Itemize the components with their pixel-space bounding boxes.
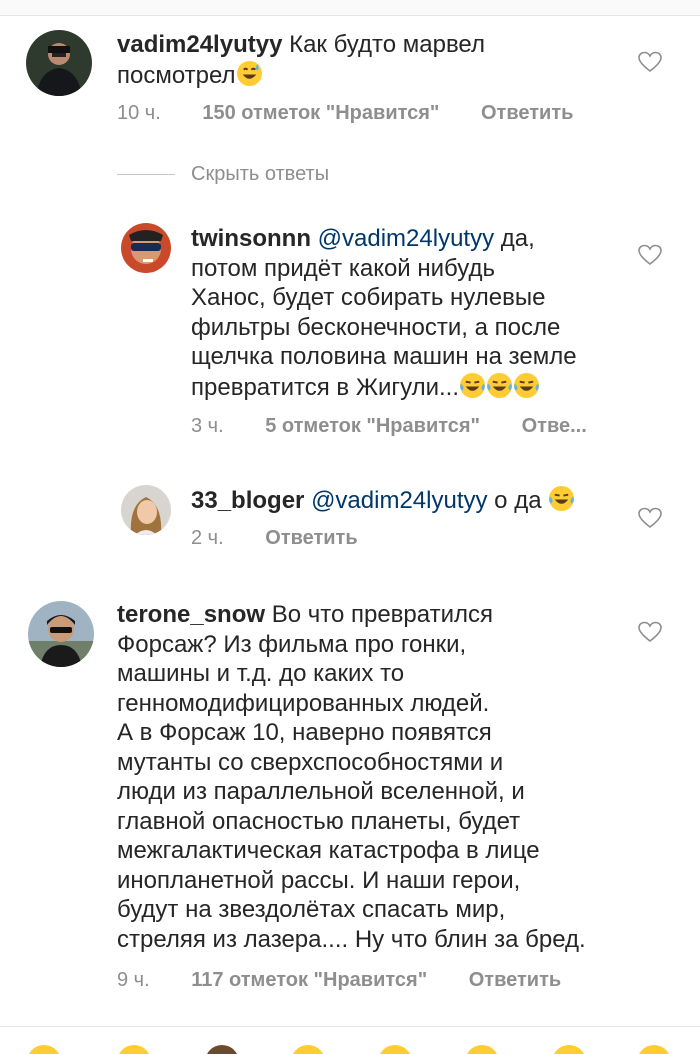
tears-of-joy-emoji-icon [459,372,486,399]
comment-body-line: машины и т.д. до каких то [117,660,405,687]
reply-button[interactable]: Ответить [265,526,357,550]
avatar[interactable] [121,485,171,535]
comment-text: 33_bloger @vadim24lyutyy о да [191,485,621,516]
comment-body-line: межгалактическая катастрофа в лице [117,837,540,864]
comment-body-line: люди из параллельной вселенной, и [117,778,525,805]
comment-body-line: будут на звездолётах спасать мир, [117,896,506,923]
tears-of-joy-emoji-icon [513,372,540,399]
emoji-option-icon[interactable] [378,1045,412,1054]
heart-icon[interactable] [638,621,662,643]
comment-body: о да [494,487,542,514]
likes-count[interactable]: 5 отметок "Нравится" [265,414,480,438]
comment-body-line: мутанты со сверхспособностями и [117,748,504,776]
avatar[interactable] [26,30,92,96]
comment-body-line: инопланетной рассы. И наши герои, [117,866,521,894]
reply-button[interactable]: Ответить [481,101,573,125]
reply-button[interactable]: Отве... [522,414,587,438]
likes-count[interactable]: 117 отметок "Нравится" [191,968,427,992]
avatar[interactable] [121,223,171,273]
comment-meta: 9 ч. 117 отметок "Нравится" Ответить [117,968,561,992]
likes-count[interactable]: 150 отметок "Нравится" [202,101,439,125]
comment-body: Во что превратился [271,601,493,628]
comment-username[interactable]: 33_bloger [191,487,304,514]
mention-link[interactable]: @vadim24lyutyy [318,225,494,252]
tears-of-joy-emoji-icon [486,372,513,399]
comment-body-line: посмотрел [117,61,236,89]
comment-body-line: превратится в Жигули... [191,373,460,401]
comment-meta: 3 ч. 5 отметок "Нравится" Отве... [191,414,587,438]
reply-button[interactable]: Ответить [469,968,561,992]
top-divider [0,0,700,16]
comment-body: Как будто марвел [289,31,485,58]
emoji-option-icon[interactable] [117,1045,151,1054]
emoji-reaction-bar [0,1026,700,1054]
comment-body-line: стреляя из лазера.... Ну что блин за бре… [117,925,586,953]
emoji-option-icon[interactable] [27,1045,61,1054]
heart-icon[interactable] [638,51,662,73]
comment-body-line: Ханос, будет собирать нулевые [191,284,546,311]
comment-time: 10 ч. [117,102,161,124]
comment-body-line: потом придёт какой нибудь [191,254,495,282]
comment-time: 2 ч. [191,527,224,549]
comment-meta: 10 ч. 150 отметок "Нравится" Ответить [117,101,573,125]
emoji-option-icon[interactable] [291,1045,325,1054]
comment-time: 3 ч. [191,415,224,437]
comment-meta: 2 ч. Ответить [191,526,358,550]
sweat-smile-emoji-icon [236,60,263,87]
comment-time: 9 ч. [117,969,150,991]
comment-text: twinsonnn @vadim24lyutyy да, потом придё… [191,224,621,402]
emoji-option-icon[interactable] [637,1045,671,1054]
heart-icon[interactable] [638,507,662,529]
mention-link[interactable]: @vadim24lyutyy [311,487,487,514]
comment-body-line: Форсаж? Из фильма про гонки, [117,630,467,658]
tears-of-joy-emoji-icon [548,485,575,512]
avatar[interactable] [28,601,94,667]
comment-body-line: главной опасностью планеты, будет [117,807,521,835]
comment-body-line: щелчка половина машин на земле [191,343,577,370]
hide-replies-button[interactable]: Скрыть ответы [117,160,329,188]
comment-username[interactable]: terone_snow [117,601,265,628]
comment-body-line: А в Форсаж 10, наверно появятся [117,719,492,746]
comment-username[interactable]: vadim24lyutyy [117,31,282,58]
comments-screen: vadim24lyutyy Как будто марвел посмотрел… [0,0,700,1054]
hide-replies-label: Скрыть ответы [191,162,330,185]
comment-text: vadim24lyutyy Как будто марвел посмотрел [117,30,637,90]
comment-text: terone_snow Во что превратился Форсаж? И… [117,600,637,954]
emoji-option-icon[interactable] [552,1045,586,1054]
comment-body: да, [500,225,535,252]
comment-body-line: генномодифицированных людей. [117,689,490,717]
hide-replies-line [117,173,175,175]
comment-body-line: фильтры бесконечности, а после [191,313,561,341]
comment-username[interactable]: twinsonnn [191,225,311,252]
emoji-option-icon[interactable] [205,1045,239,1054]
emoji-option-icon[interactable] [465,1045,499,1054]
heart-icon[interactable] [638,244,662,266]
